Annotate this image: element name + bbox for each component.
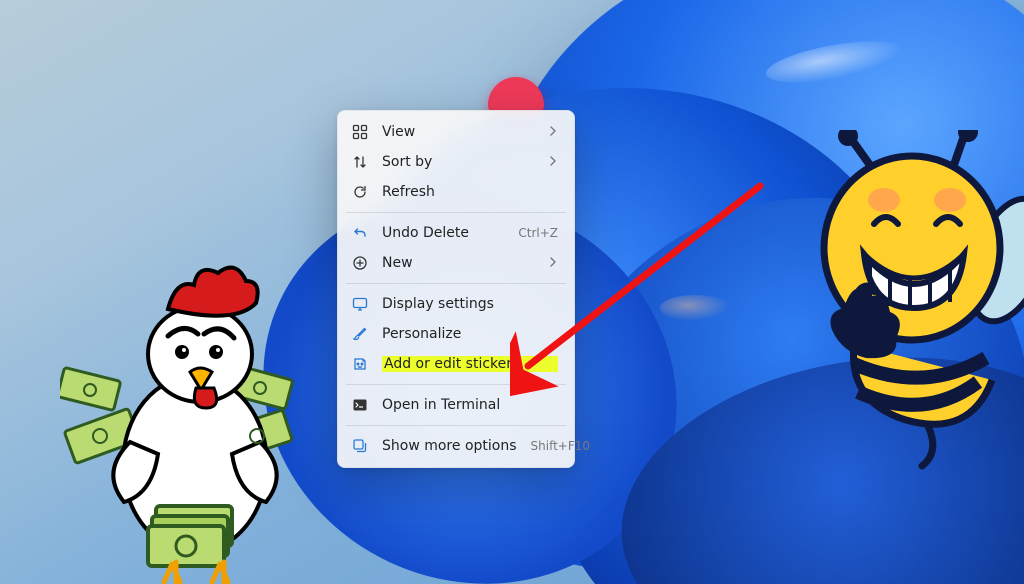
menu-item-label: View: [382, 124, 534, 140]
chevron-right-icon: [548, 124, 558, 140]
more-options-icon: [352, 438, 368, 454]
menu-item-undo-delete[interactable]: Undo Delete Ctrl+Z: [344, 218, 568, 248]
menu-item-label: Add or edit stickers: [382, 356, 558, 372]
menu-item-label: Show more options: [382, 438, 517, 454]
menu-item-label: New: [382, 255, 534, 271]
terminal-icon: [352, 397, 368, 413]
menu-item-personalize[interactable]: Personalize: [344, 319, 568, 349]
menu-separator: [346, 384, 566, 385]
undo-icon: [352, 225, 368, 241]
sticker-bee-thumbs-up[interactable]: [814, 130, 1024, 490]
menu-item-label: Open in Terminal: [382, 397, 558, 413]
paintbrush-icon: [352, 326, 368, 342]
chevron-right-icon: [548, 255, 558, 271]
menu-item-label: Sort by: [382, 154, 534, 170]
display-settings-icon: [352, 296, 368, 312]
desktop[interactable]: View Sort by Refresh Undo Dele: [0, 0, 1024, 584]
refresh-icon: [352, 184, 368, 200]
menu-item-display-settings[interactable]: Display settings: [344, 289, 568, 319]
menu-item-label: Undo Delete: [382, 225, 504, 241]
menu-separator: [346, 425, 566, 426]
chevron-right-icon: [548, 154, 558, 170]
sticker-icon: [352, 356, 368, 372]
plus-circle-icon: [352, 255, 368, 271]
menu-item-new[interactable]: New: [344, 248, 568, 278]
menu-item-label: Refresh: [382, 184, 558, 200]
menu-separator: [346, 212, 566, 213]
menu-item-open-terminal[interactable]: Open in Terminal: [344, 390, 568, 420]
menu-separator: [346, 283, 566, 284]
menu-item-shortcut: Ctrl+Z: [518, 226, 558, 240]
desktop-context-menu: View Sort by Refresh Undo Dele: [337, 110, 575, 468]
menu-item-sort-by[interactable]: Sort by: [344, 147, 568, 177]
menu-item-view[interactable]: View: [344, 117, 568, 147]
menu-item-add-edit-stickers[interactable]: Add or edit stickers: [344, 349, 568, 379]
menu-item-label: Display settings: [382, 296, 558, 312]
menu-item-refresh[interactable]: Refresh: [344, 177, 568, 207]
grid-icon: [352, 124, 368, 140]
menu-item-label: Personalize: [382, 326, 558, 342]
sticker-chicken-money[interactable]: [60, 254, 320, 584]
menu-item-show-more-options[interactable]: Show more options Shift+F10: [344, 431, 568, 461]
sort-icon: [352, 154, 368, 170]
menu-item-shortcut: Shift+F10: [531, 439, 591, 453]
